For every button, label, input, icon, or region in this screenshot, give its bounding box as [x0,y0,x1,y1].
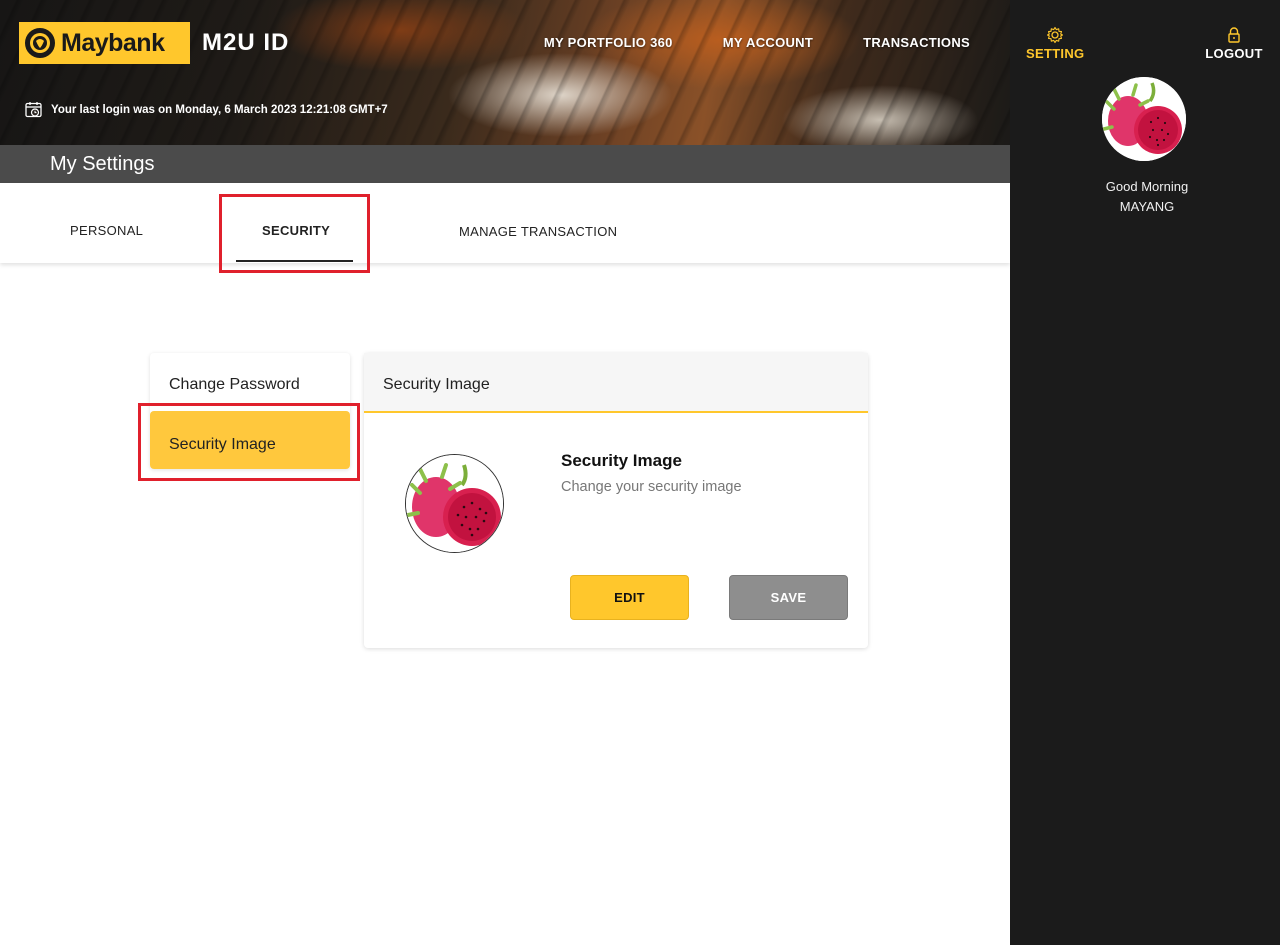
edit-button[interactable]: EDIT [570,575,689,620]
greeting: Good Morning MAYANG [1010,177,1280,217]
nav-my-account[interactable]: MY ACCOUNT [723,35,813,50]
last-login-info: Your last login was on Monday, 6 March 2… [25,101,388,119]
settings-tabs: PERSONAL SECURITY MANAGE TRANSACTION [0,183,1010,263]
logout-label: LOGOUT [1205,46,1263,61]
page-title: My Settings [50,153,155,175]
card-header: Security Image [364,353,868,413]
header-banner: Maybank M2U ID MY PORTFOLIO 360 MY ACCOU… [0,0,1010,145]
setting-label: SETTING [1026,46,1085,61]
highlight-box-security-tab [219,194,370,273]
user-name: MAYANG [1119,199,1175,214]
security-image-card: Security Image Security Image Change you… [364,353,868,648]
tab-personal[interactable]: PERSONAL [70,223,143,238]
settings-bar: My Settings [0,145,1010,183]
right-sidebar: SETTING LOGOUT Good Morning MAYANG [1010,0,1280,945]
setting-button[interactable]: SETTING [1026,26,1084,61]
logo-text: Maybank [61,28,165,57]
card-subtitle: Change your security image [561,479,742,495]
nav-transactions[interactable]: TRANSACTIONS [863,35,970,50]
greeting-text: Good Morning [1105,179,1189,194]
tab-manage-transaction[interactable]: MANAGE TRANSACTION [459,224,617,239]
security-image-picture [405,454,504,553]
avatar [1102,77,1186,161]
card-title: Security Image [561,451,682,470]
top-nav: MY PORTFOLIO 360 MY ACCOUNT TRANSACTIONS [544,35,970,50]
calendar-clock-icon [25,102,42,118]
nav-my-portfolio-360[interactable]: MY PORTFOLIO 360 [544,35,673,50]
last-login-text: Your last login was on Monday, 6 March 2… [51,104,388,116]
save-button[interactable]: SAVE [729,575,848,620]
highlight-box-security-image [138,403,360,481]
main-area: Maybank M2U ID MY PORTFOLIO 360 MY ACCOU… [0,0,1010,945]
logout-button[interactable]: LOGOUT [1203,26,1265,61]
lock-icon [1228,27,1240,43]
app-name: M2U ID [202,29,290,56]
tiger-emblem-icon [25,28,55,58]
gear-icon [1046,26,1064,44]
maybank-logo[interactable]: Maybank [19,22,190,64]
